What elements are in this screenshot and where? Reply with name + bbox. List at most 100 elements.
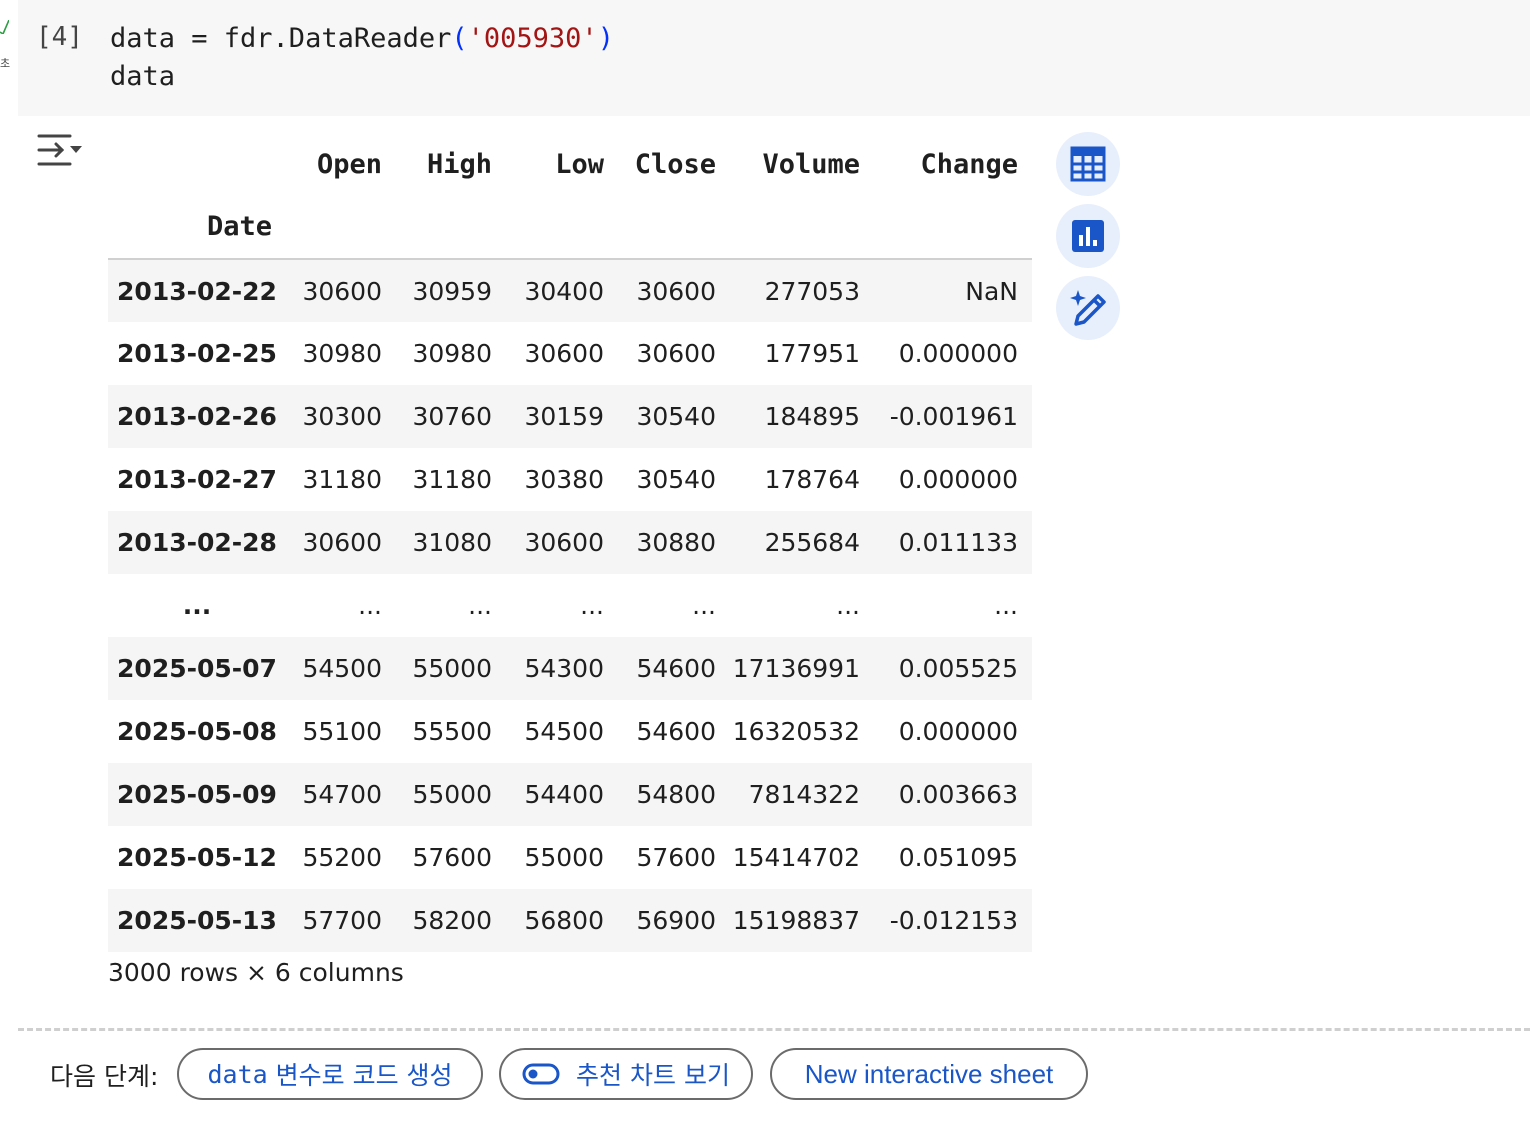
table-cell: 30600 <box>302 528 382 557</box>
table-cell: 0.000000 <box>898 465 1018 494</box>
table-cell: 54500 <box>524 717 604 746</box>
table-cell: 30159 <box>524 402 604 431</box>
table-cell: 7814322 <box>748 780 860 809</box>
row-index: 2013-02-25 <box>117 339 277 368</box>
column-header: Open <box>316 148 382 180</box>
new-interactive-sheet-chip[interactable]: New interactive sheet <box>770 1048 1088 1100</box>
table-row: 2013-02-25 30980 30980 30600 30600 177951 0.00… <box>108 322 1032 385</box>
generate-code-button[interactable] <box>1056 276 1120 340</box>
table-cell: -0.012153 <box>889 906 1018 935</box>
table-row: 2025-05-12 55200 57600 55000 57600 15414702 0.… <box>108 826 1032 889</box>
row-index: 2025-05-12 <box>117 843 277 872</box>
table-cell: 30380 <box>524 465 604 494</box>
empty-header <box>618 194 730 260</box>
table-cell: 15198837 <box>732 906 860 935</box>
chip-label: 추천 차트 보기 <box>576 1061 730 1090</box>
table-cell: 55000 <box>524 843 604 872</box>
cell-run-status: 초 <box>0 14 14 70</box>
column-header: Volume <box>762 148 860 180</box>
table-cell: NaN <box>965 276 1018 306</box>
table-cell: 30600 <box>524 528 604 557</box>
row-index: 2013-02-27 <box>117 465 277 494</box>
suggest-charts-button[interactable] <box>1056 204 1120 268</box>
table-cell: 30600 <box>636 339 716 368</box>
table-cell: 54500 <box>302 654 382 683</box>
table-cell: 55000 <box>412 780 492 809</box>
table-cell: 177951 <box>764 339 860 368</box>
table-cell: 57600 <box>636 843 716 872</box>
row-index: 2025-05-09 <box>117 780 277 809</box>
table-cell: 57600 <box>412 843 492 872</box>
table-cell: 55200 <box>302 843 382 872</box>
table-cell: 277053 <box>764 276 860 306</box>
table-cell: 31180 <box>302 465 382 494</box>
table-cell: 15414702 <box>732 843 860 872</box>
empty-header <box>506 194 618 260</box>
table-cell: 30300 <box>302 402 382 431</box>
next-steps-label: 다음 단계: <box>50 1062 159 1091</box>
index-corner <box>108 134 286 194</box>
index-name: Date <box>108 194 286 260</box>
table-cell: 56900 <box>636 906 716 935</box>
table-cell: 30600 <box>302 276 382 306</box>
table-row: 2025-05-13 57700 58200 56800 56900 15198837 -0… <box>108 889 1032 952</box>
table-cell: 30600 <box>524 339 604 368</box>
table-cell: ... <box>994 591 1018 620</box>
table-row: 2025-05-07 54500 55000 54300 54600 17136991 0.… <box>108 637 1032 700</box>
table-cell: 255684 <box>764 528 860 557</box>
table-cell: 0.000000 <box>898 717 1018 746</box>
table-row: 2013-02-22 30600 30959 30400 30600 277053 NaN <box>108 259 1032 322</box>
table-cell: ... <box>836 591 860 620</box>
table-cell: 0.011133 <box>898 528 1018 557</box>
generate-code-with-variable-chip[interactable]: data 변수로 코드 생성 <box>177 1048 483 1100</box>
table-cell: 0.003663 <box>898 780 1018 809</box>
recommended-charts-chip[interactable]: 추천 차트 보기 <box>499 1048 753 1100</box>
table-cell: 31080 <box>412 528 492 557</box>
table-cell: 54400 <box>524 780 604 809</box>
code-editor[interactable]: data = fdr.DataReader('005930') data <box>110 20 614 96</box>
table-cell: -0.001961 <box>889 402 1018 431</box>
column-header: Low <box>555 148 604 180</box>
table-cell: 30600 <box>636 276 716 306</box>
table-cell: 54300 <box>524 654 604 683</box>
row-index: 2025-05-08 <box>117 717 277 746</box>
table-cell: 31180 <box>412 465 492 494</box>
colab-notebook: 초 [4] data = fdr.DataReader('005930') da… <box>0 0 1530 1128</box>
table-cell: 54800 <box>636 780 716 809</box>
table-icon <box>1070 146 1106 182</box>
table-cell: 30540 <box>636 465 716 494</box>
row-index: 2013-02-22 <box>117 276 277 306</box>
table-cell: 30959 <box>412 276 492 306</box>
table-row: 2025-05-09 54700 55000 54400 54800 7814322 0.0… <box>108 763 1032 826</box>
row-index: 2013-02-28 <box>117 528 277 557</box>
table-cell: 54600 <box>636 654 716 683</box>
table-cell: ... <box>580 591 604 620</box>
table-cell: 30540 <box>636 402 716 431</box>
table-cell: 57700 <box>302 906 382 935</box>
table-cell: 30880 <box>636 528 716 557</box>
ellipsis-row: ..................... <box>108 574 1032 637</box>
table-row: 2013-02-27 31180 31180 30380 30540 178764 0.00… <box>108 448 1032 511</box>
table-cell: 30760 <box>412 402 492 431</box>
table-cell: ... <box>468 591 492 620</box>
index-name-row: Date <box>108 194 1032 260</box>
row-index: 2013-02-26 <box>117 402 277 431</box>
row-index: 2025-05-13 <box>117 906 277 935</box>
empty-header <box>286 194 396 260</box>
table-cell: 178764 <box>764 465 860 494</box>
table-row: 2025-05-08 55100 55500 54500 54600 16320532 0.… <box>108 700 1032 763</box>
table-cell: 54600 <box>636 717 716 746</box>
magic-pencil-icon <box>1070 290 1106 326</box>
output-collapse-icon[interactable] <box>36 132 84 172</box>
table-cell: 30980 <box>412 339 492 368</box>
convert-to-interactive-table-button[interactable] <box>1056 132 1120 196</box>
table-cell: 55100 <box>302 717 382 746</box>
variable-name: data <box>207 1059 268 1089</box>
code-token: ) <box>597 23 614 54</box>
table-cell: 0.005525 <box>898 654 1018 683</box>
chip-label: 변수로 코드 생성 <box>267 1061 453 1090</box>
column-header: High <box>426 148 492 180</box>
column-header: Change <box>920 148 1018 180</box>
table-cell: 0.051095 <box>898 843 1018 872</box>
column-header: Close <box>634 148 716 180</box>
